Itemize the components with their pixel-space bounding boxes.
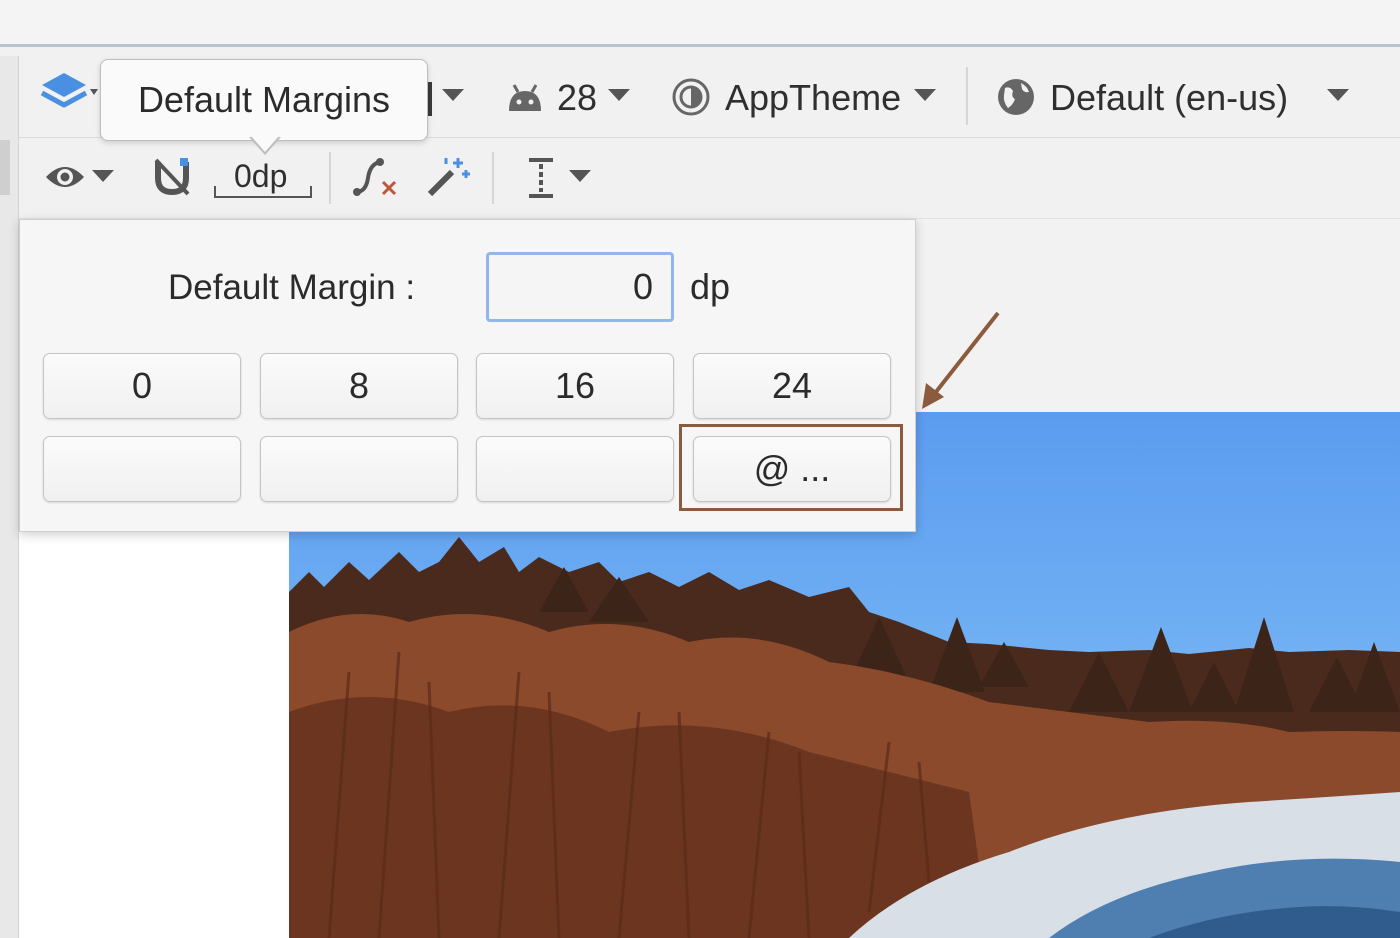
tooltip: Default Margins xyxy=(100,59,428,141)
gutter-handle[interactable] xyxy=(0,140,10,195)
toolbar-separator xyxy=(966,67,968,125)
guidelines-icon[interactable] xyxy=(526,156,556,200)
margin-underline xyxy=(214,196,312,198)
margin-blank-button-2[interactable] xyxy=(260,436,458,502)
theme-icon[interactable] xyxy=(671,77,711,117)
margin-blank-button-3[interactable] xyxy=(476,436,674,502)
margin-preset-8[interactable]: 8 xyxy=(260,353,458,419)
annotation-arrow xyxy=(922,311,1000,409)
tooltip-pointer-inner xyxy=(251,136,279,152)
default-margins-button[interactable]: 0dp xyxy=(214,158,314,200)
margin-tick-left xyxy=(214,186,216,198)
chevron-down-icon[interactable] xyxy=(914,89,936,101)
toolbar-separator xyxy=(329,152,331,204)
margin-preset-24[interactable]: 24 xyxy=(693,353,891,419)
chevron-down-icon[interactable] xyxy=(442,89,464,101)
margin-preset-0[interactable]: 0 xyxy=(43,353,241,419)
margin-blank-button-1[interactable] xyxy=(43,436,241,502)
annotation-highlight-box xyxy=(679,424,903,511)
layers-icon[interactable] xyxy=(38,71,98,121)
toolbar-separator xyxy=(492,152,494,204)
theme-dropdown[interactable]: AppTheme xyxy=(725,77,901,119)
default-margin-input[interactable] xyxy=(486,252,674,322)
autoconnect-off-icon[interactable] xyxy=(152,156,194,198)
infer-constraints-icon[interactable] xyxy=(426,156,470,198)
clear-constraints-icon[interactable] xyxy=(352,156,398,198)
layout-preview-blank xyxy=(19,530,289,938)
margin-unit-label: dp xyxy=(690,266,731,307)
default-margin-label: Default Margin : xyxy=(168,268,416,307)
chevron-down-icon[interactable] xyxy=(608,89,630,101)
chevron-down-icon[interactable] xyxy=(92,170,114,182)
margin-preset-16[interactable]: 16 xyxy=(476,353,674,419)
android-icon[interactable] xyxy=(506,81,544,113)
margin-tick-right xyxy=(310,186,312,198)
api-level-dropdown[interactable]: 28 xyxy=(557,77,597,119)
margin-value-label: 0dp xyxy=(234,158,288,194)
chevron-down-icon[interactable] xyxy=(1327,89,1349,101)
layout-toolbar: 0dp xyxy=(0,138,1400,219)
view-options-icon[interactable] xyxy=(44,161,86,193)
locale-dropdown[interactable]: Default (en-us) xyxy=(1050,77,1288,119)
globe-icon[interactable] xyxy=(996,77,1036,117)
window-title-bar xyxy=(0,0,1400,44)
chevron-down-icon[interactable] xyxy=(569,170,591,182)
